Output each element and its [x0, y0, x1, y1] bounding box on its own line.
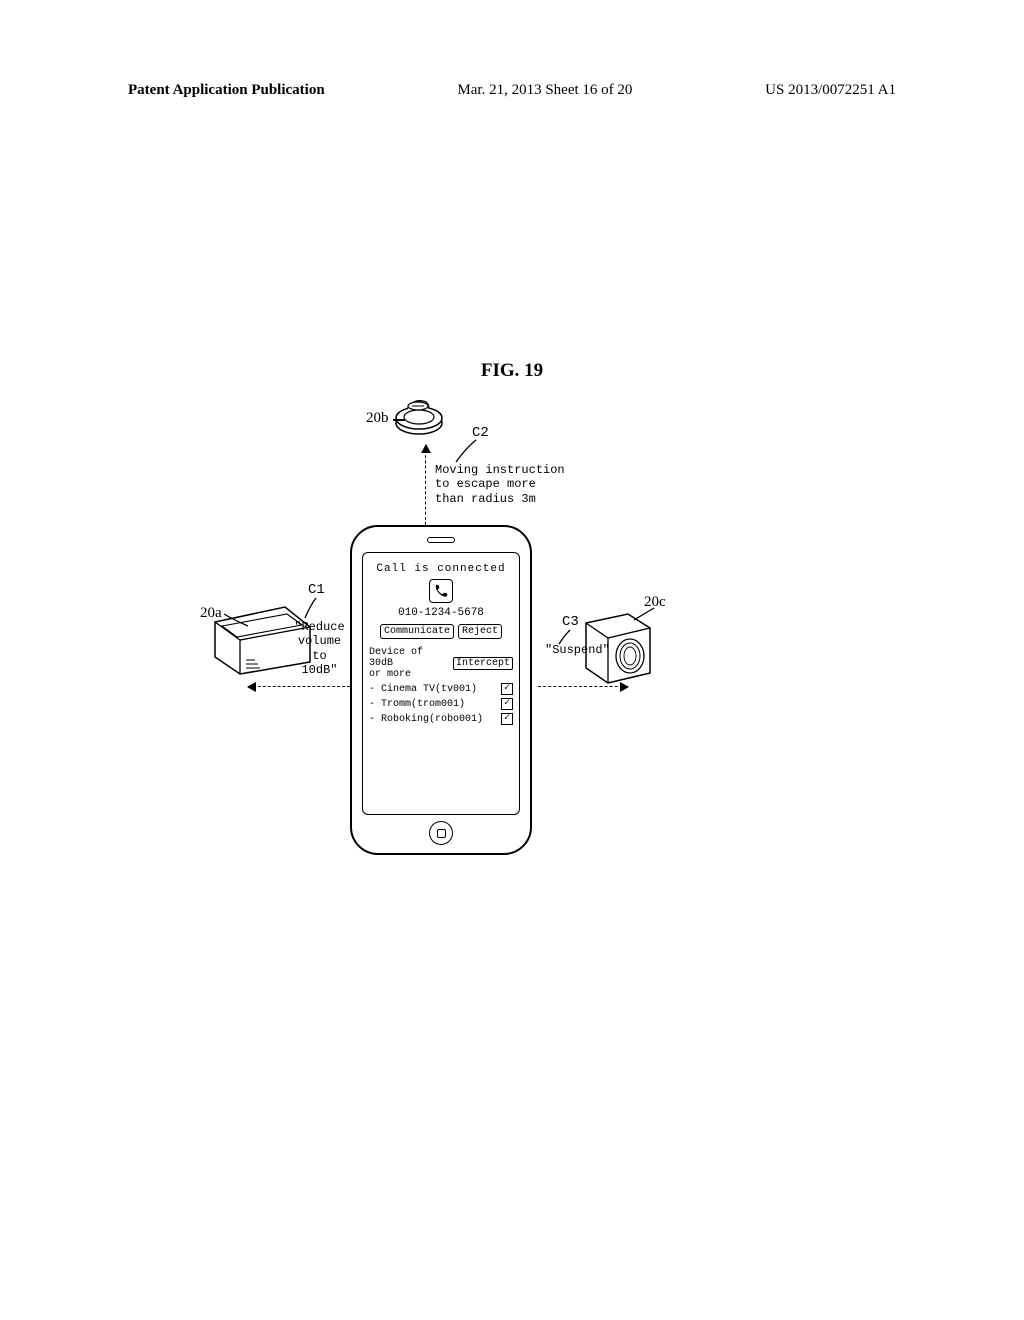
- c1-line3: to 10dB": [292, 649, 347, 678]
- ref-label-20b: 20b: [366, 410, 389, 427]
- checkbox-tromm[interactable]: ✓: [501, 698, 513, 710]
- reject-button[interactable]: Reject: [458, 624, 502, 639]
- leader-20b: [393, 419, 405, 421]
- page-header: Patent Application Publication Mar. 21, …: [0, 82, 1024, 99]
- leader-c1: [302, 596, 322, 620]
- arrow-up-icon: [425, 445, 426, 525]
- figure-title: FIG. 19: [0, 360, 1024, 382]
- figure-canvas: 20b C2 Moving instruction to escape more…: [200, 390, 840, 890]
- c1-line2: volume: [292, 634, 347, 648]
- arrow-right-icon: [538, 686, 628, 687]
- intercept-button[interactable]: Intercept: [453, 657, 513, 670]
- c2-line3: than radius 3m: [435, 492, 575, 506]
- c2-line2: to escape more: [435, 477, 575, 491]
- c2-line1: Moving instruction: [435, 463, 575, 477]
- phone-home-icon: [437, 829, 446, 838]
- robot-vacuum-icon: [393, 395, 445, 437]
- device-row-roboking: - Roboking(robo001) ✓: [367, 713, 515, 725]
- call-buttons-row: Communicate Reject: [367, 624, 515, 639]
- c2-instruction-text: Moving instruction to escape more than r…: [435, 463, 575, 506]
- header-mid: Mar. 21, 2013 Sheet 16 of 20: [457, 82, 632, 99]
- phone-home-button[interactable]: [429, 821, 453, 845]
- phone-handset-icon: [429, 579, 453, 603]
- leader-c2: [452, 438, 482, 466]
- phone-screen: Call is connected 010-1234-5678 Communic…: [362, 552, 520, 815]
- checkbox-tv[interactable]: ✓: [501, 683, 513, 695]
- device-name-tromm: - Tromm(trom001): [369, 699, 465, 710]
- c1-line1: "Reduce: [292, 620, 347, 634]
- device-name-tv: - Cinema TV(tv001): [369, 684, 477, 695]
- checkbox-roboking[interactable]: ✓: [501, 713, 513, 725]
- device-threshold-label: Device of 30dB or more: [369, 647, 453, 680]
- arrow-left-icon: [248, 686, 350, 687]
- leader-20a: [222, 612, 252, 630]
- c1-instruction-text: "Reduce volume to 10dB": [292, 620, 347, 678]
- c3-instruction-text: "Suspend": [545, 643, 610, 657]
- communicate-button[interactable]: Communicate: [380, 624, 454, 639]
- device-row-tromm: - Tromm(trom001) ✓: [367, 698, 515, 710]
- device-name-roboking: - Roboking(robo001): [369, 714, 483, 725]
- device-section-header: Device of 30dB or more Intercept: [367, 647, 515, 680]
- phone-speaker-icon: [427, 537, 455, 543]
- header-right: US 2013/0072251 A1: [765, 82, 896, 99]
- header-left: Patent Application Publication: [128, 82, 325, 99]
- phone-number-text: 010-1234-5678: [367, 607, 515, 619]
- leader-20c: [632, 606, 656, 624]
- call-status-text: Call is connected: [367, 563, 515, 575]
- phone-device-icon: Call is connected 010-1234-5678 Communic…: [350, 525, 532, 855]
- ref-label-20a: 20a: [200, 605, 222, 622]
- device-row-tv: - Cinema TV(tv001) ✓: [367, 683, 515, 695]
